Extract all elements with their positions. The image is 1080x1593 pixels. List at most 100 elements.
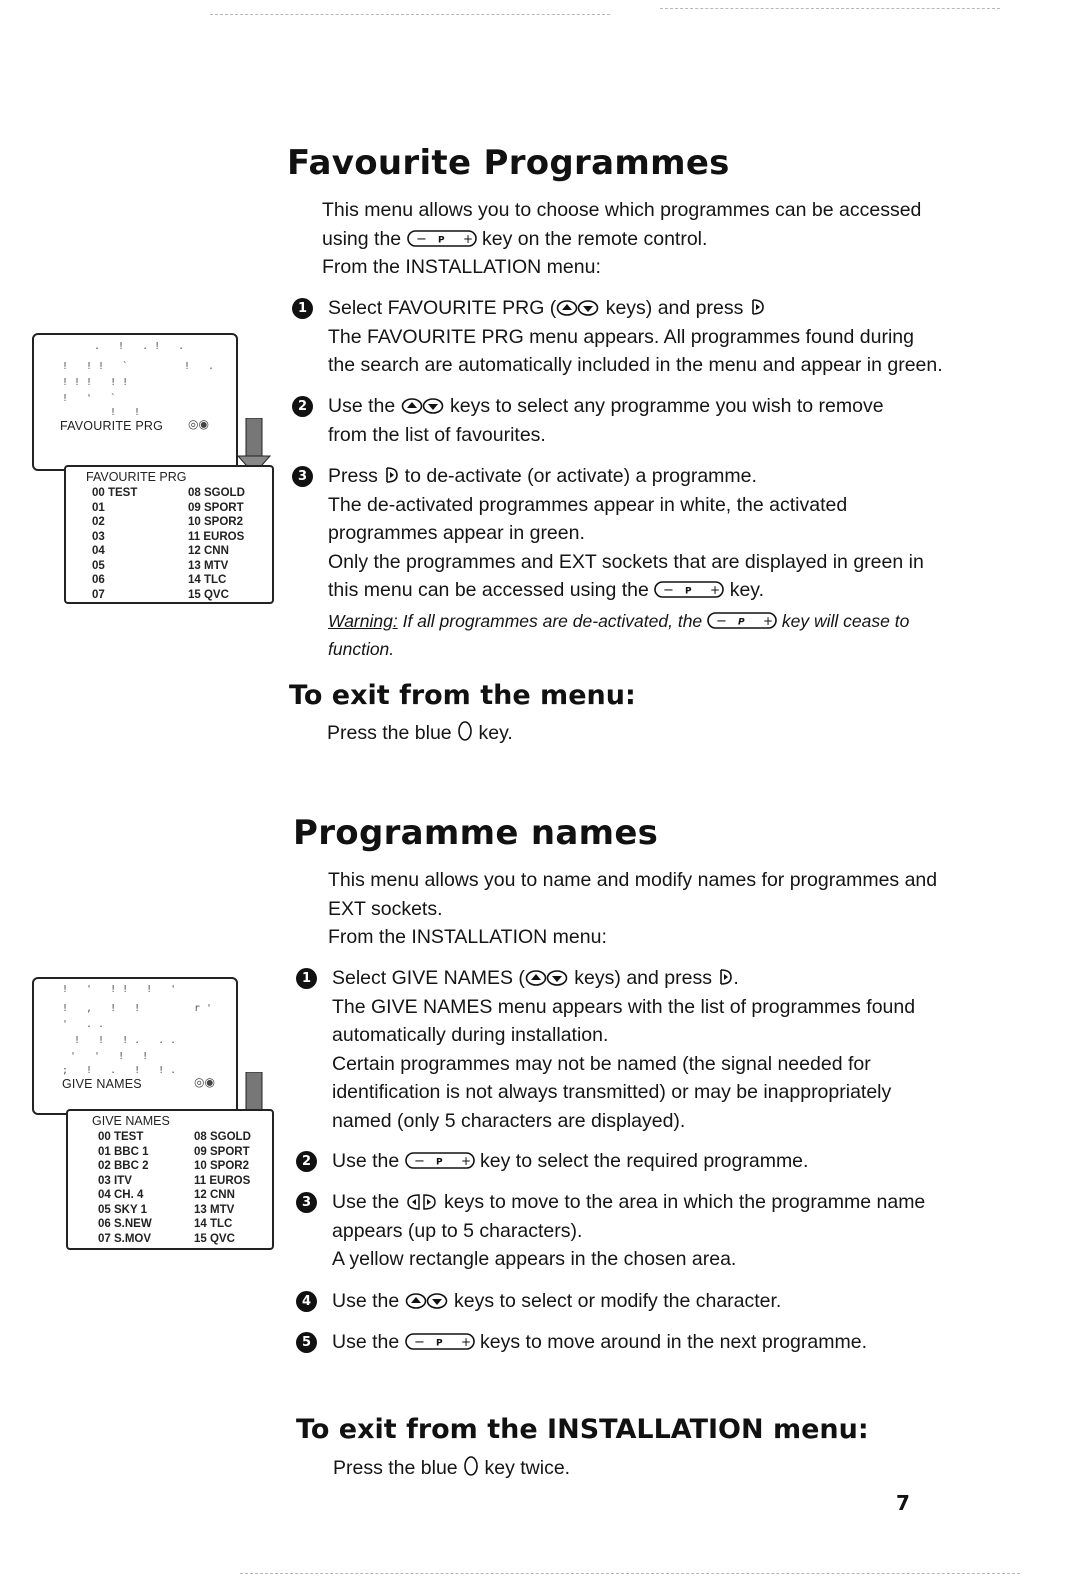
svg-text:−: −: [414, 1335, 425, 1350]
text-run: keys to select or modify the character.: [448, 1290, 782, 1312]
step-line: from the list of favourites.: [328, 423, 546, 446]
programme-entry: 09 SPORT: [194, 1145, 250, 1158]
tv-screen-illustration: . ! .! . ! !! ` ! . !!! !! ! ' ` ! ! FAV…: [32, 333, 238, 471]
tv-menu-label: FAVOURITE PRG: [60, 419, 164, 433]
exit-installation-heading: To exit from the INSTALLATION menu:: [296, 1414, 869, 1445]
text-run: key to select the required programme.: [474, 1150, 809, 1172]
programme-list-left: 00 TEST 01 BBC 1 02 BBC 2 03 ITV 04 CH. 4 05 …: [98, 1130, 152, 1246]
exit-installation-text: Press the blue key twice.: [333, 1454, 570, 1483]
section-title-favourite-programmes: Favourite Programmes: [287, 143, 730, 183]
step-line: Select GIVE NAMES ( keys) and press .: [332, 964, 976, 993]
p-minus-plus-key-icon: − P +: [654, 581, 725, 599]
svg-text:P: P: [438, 235, 445, 245]
screen-noise: ' ..: [62, 1019, 111, 1030]
svg-text:+: +: [461, 1335, 471, 1349]
section2-step-5: 5 Use the − P + keys to move around in the…: [296, 1328, 976, 1357]
screen-noise: ! !! `: [62, 361, 135, 372]
p-minus-plus-key-icon: − P +: [707, 611, 777, 630]
step-line: Use the − P + key to select the required p…: [332, 1147, 976, 1176]
scan-artifact-top: [210, 14, 610, 16]
programme-list-right: 08 SGOLD 09 SPORT 10 SPOR2 11 EUROS 12 CNN 13…: [194, 1130, 251, 1246]
svg-text:−: −: [663, 583, 674, 598]
svg-text:+: +: [461, 1154, 471, 1168]
programme-entry: 14 TLC: [188, 574, 227, 586]
svg-text:+: +: [763, 614, 773, 628]
programme-entry: 12 CNN: [194, 1189, 235, 1201]
step-line: automatically during installation.: [332, 1024, 609, 1046]
text-run: Use the: [332, 1150, 405, 1172]
screen-noise: r': [194, 1003, 219, 1014]
section2-step-1: 1 Select GIVE NAMES ( keys) and press .T…: [296, 964, 976, 1135]
programme-entry: 15 QVC: [194, 1232, 235, 1245]
text-run: .: [733, 967, 739, 989]
programme-entry: 15 QVC: [188, 588, 229, 601]
screen-noise: ! ' `: [62, 393, 123, 404]
warning-label: Warning:: [328, 610, 398, 631]
intro-line: EXT sockets.: [328, 897, 443, 920]
step-line: named (only 5 characters are displayed).: [332, 1109, 686, 1132]
svg-text:P: P: [436, 1339, 443, 1349]
p-minus-plus-key-icon: − P +: [404, 1152, 475, 1170]
step-number-badge: 3: [292, 466, 313, 487]
step-line: Press to de-activate (or activate) a pro…: [328, 462, 972, 491]
right-key-icon: [749, 296, 765, 315]
tv-menu-label: GIVE NAMES: [62, 1077, 142, 1091]
programme-entry: 05 SKY 1: [98, 1203, 148, 1216]
programme-entry: 01: [92, 501, 105, 514]
programme-entry: 12 CNN: [188, 545, 229, 557]
programme-entry: 13 MTV: [188, 559, 229, 572]
up-down-keys-icon: ◎◉: [188, 417, 209, 431]
warning-text: function.: [328, 639, 395, 659]
svg-text:+: +: [710, 583, 720, 597]
right-key-icon: [383, 464, 399, 483]
text-run: Select GIVE NAMES (: [332, 967, 525, 989]
step-line: Use the keys to select any programme you…: [328, 392, 972, 421]
intro-line: using the − P + key on the remote control.: [322, 225, 962, 254]
up-down-keys-icon: [405, 1290, 449, 1309]
intro-line: From the INSTALLATION menu:: [322, 256, 601, 278]
screen-noise: ! !: [110, 407, 147, 418]
programme-entry: 01 BBC 1: [98, 1145, 149, 1158]
step-line: The de-activated programmes appear in wh…: [328, 493, 848, 516]
menu-title: FAVOURITE PRG: [86, 470, 187, 484]
step-line: The GIVE NAMES menu appears with the lis…: [332, 995, 916, 1018]
exit-menu-heading: To exit from the menu:: [289, 680, 636, 711]
svg-text:P: P: [685, 587, 692, 597]
step-number-badge: 2: [296, 1151, 317, 1172]
section1-step-2: 2 Use the keys to select any programme y…: [292, 392, 972, 449]
screen-noise: ! .: [184, 361, 221, 372]
step-line: the search are automatically included in…: [328, 354, 943, 376]
up-down-keys-icon: [556, 297, 600, 316]
programme-entry: 04: [92, 545, 105, 557]
text-run: keys) and press: [568, 967, 718, 989]
text-run: key.: [724, 579, 765, 601]
exit-text: Press the blue: [333, 1457, 464, 1479]
step-body: Use the keys to move to the area in whic…: [332, 1188, 976, 1274]
step-body: Use the − P + key to select the required p…: [332, 1147, 976, 1176]
step-body: Select FAVOURITE PRG ( keys) and press T…: [328, 294, 972, 380]
right-key-icon: [717, 966, 733, 985]
programme-entry: 10 SPOR2: [194, 1160, 249, 1172]
up-down-keys-icon: [525, 967, 569, 986]
text-run: using the: [322, 227, 407, 250]
scan-artifact-top-right: [660, 8, 1000, 10]
programme-entry: 06: [92, 574, 105, 586]
programme-entry: 03 ITV: [98, 1174, 132, 1187]
step-number-badge: 4: [296, 1291, 317, 1312]
programme-entry: 13 MTV: [194, 1203, 235, 1216]
text-run: Press: [328, 465, 384, 487]
step-number-badge: 5: [296, 1332, 317, 1353]
text-run: keys) and press: [600, 297, 749, 319]
up-down-keys-icon: ◎◉: [194, 1075, 215, 1089]
programme-entry: 14 TLC: [194, 1218, 233, 1230]
blue-circle-key-icon: [457, 720, 473, 742]
section1-intro: This menu allows you to choose which pro…: [322, 196, 962, 282]
step-line: Use the − P + keys to move around in the n…: [332, 1328, 976, 1357]
step-line: programmes appear in green.: [328, 522, 585, 544]
step-line: Use the keys to select or modify the cha…: [332, 1287, 976, 1316]
give-names-menu: GIVE NAMES 00 TEST 01 BBC 1 02 BBC 2 03 ITV…: [66, 1109, 274, 1250]
programme-list-left: 00 TEST 01 02 03 04 05 06 07: [92, 486, 137, 602]
step-line: The FAVOURITE PRG menu appears. All prog…: [328, 325, 914, 348]
programme-entry: 07: [92, 588, 105, 601]
page-number: 7: [896, 1491, 910, 1515]
